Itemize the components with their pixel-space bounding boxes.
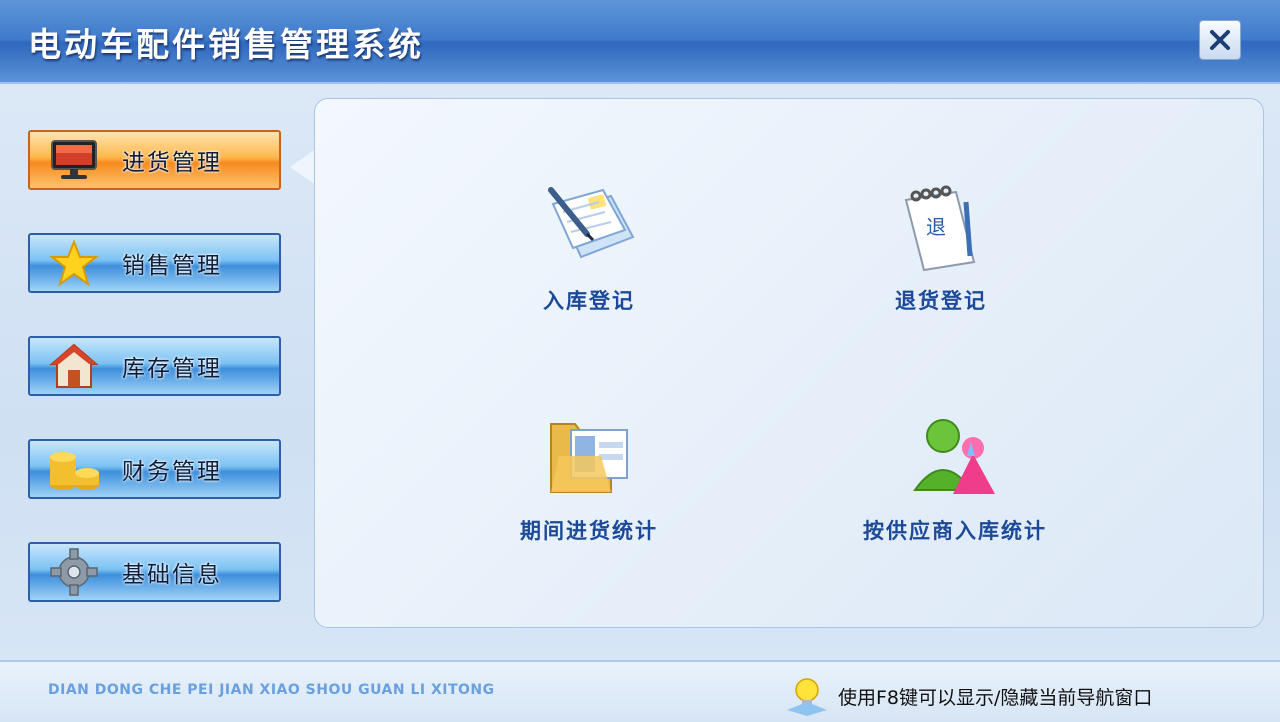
sidebar-item-label: 基础信息 — [122, 562, 222, 588]
folder-chart-icon — [539, 409, 639, 505]
lightbulb-icon — [787, 678, 827, 716]
close-x-icon — [1210, 30, 1230, 50]
document-pen-icon — [539, 179, 639, 275]
f8-hint: 使用F8键可以显示/隐藏当前导航窗口 — [784, 676, 1152, 716]
monitor-icon — [44, 134, 104, 186]
function-label: 按供应商入库统计 — [863, 519, 1047, 543]
hint-text: 使用F8键可以显示/隐藏当前导航窗口 — [838, 686, 1153, 709]
func-stock-in-register[interactable]: 入库登记 — [459, 179, 719, 315]
footer-bar: DIAN DONG CHE PEI JIAN XIAO SHOU GUAN LI… — [0, 660, 1280, 722]
sidebar-item-basic-info[interactable]: 基础信息 — [28, 542, 281, 602]
active-nav-pointer — [290, 149, 316, 185]
close-button[interactable] — [1199, 20, 1241, 60]
gear-icon — [44, 546, 104, 598]
star-icon — [44, 237, 104, 289]
function-label: 期间进货统计 — [520, 519, 658, 543]
return-calendar-icon: 退 — [891, 179, 991, 275]
coins-icon — [44, 443, 104, 495]
house-icon — [44, 340, 104, 392]
sidebar-item-label: 财务管理 — [122, 459, 222, 485]
function-label: 退货登记 — [895, 289, 987, 313]
sidebar-item-label: 销售管理 — [122, 253, 222, 279]
func-supplier-stock-in-stats[interactable]: 按供应商入库统计 — [825, 409, 1085, 545]
sidebar-item-inventory[interactable]: 库存管理 — [28, 336, 281, 396]
svg-text:退: 退 — [926, 215, 946, 239]
app-title: 电动车配件销售管理系统 — [28, 25, 424, 64]
sidebar-item-purchase[interactable]: 进货管理 — [28, 130, 281, 190]
title-bar: 电动车配件销售管理系统 — [0, 0, 1280, 84]
sidebar-item-label: 进货管理 — [122, 150, 222, 176]
func-period-purchase-stats[interactable]: 期间进货统计 — [459, 409, 719, 545]
sidebar-item-label: 库存管理 — [122, 356, 222, 382]
func-return-register[interactable]: 退 退货登记 — [811, 179, 1071, 315]
sidebar-item-finance[interactable]: 财务管理 — [28, 439, 281, 499]
pinyin-watermark: DIAN DONG CHE PEI JIAN XIAO SHOU GUAN LI… — [48, 682, 495, 698]
function-panel: 入库登记 退 退货登记 期间进货统计 按供应商入库统计 — [314, 98, 1264, 628]
function-label: 入库登记 — [543, 289, 635, 313]
supplier-people-icon — [905, 409, 1005, 505]
sidebar-item-sales[interactable]: 销售管理 — [28, 233, 281, 293]
